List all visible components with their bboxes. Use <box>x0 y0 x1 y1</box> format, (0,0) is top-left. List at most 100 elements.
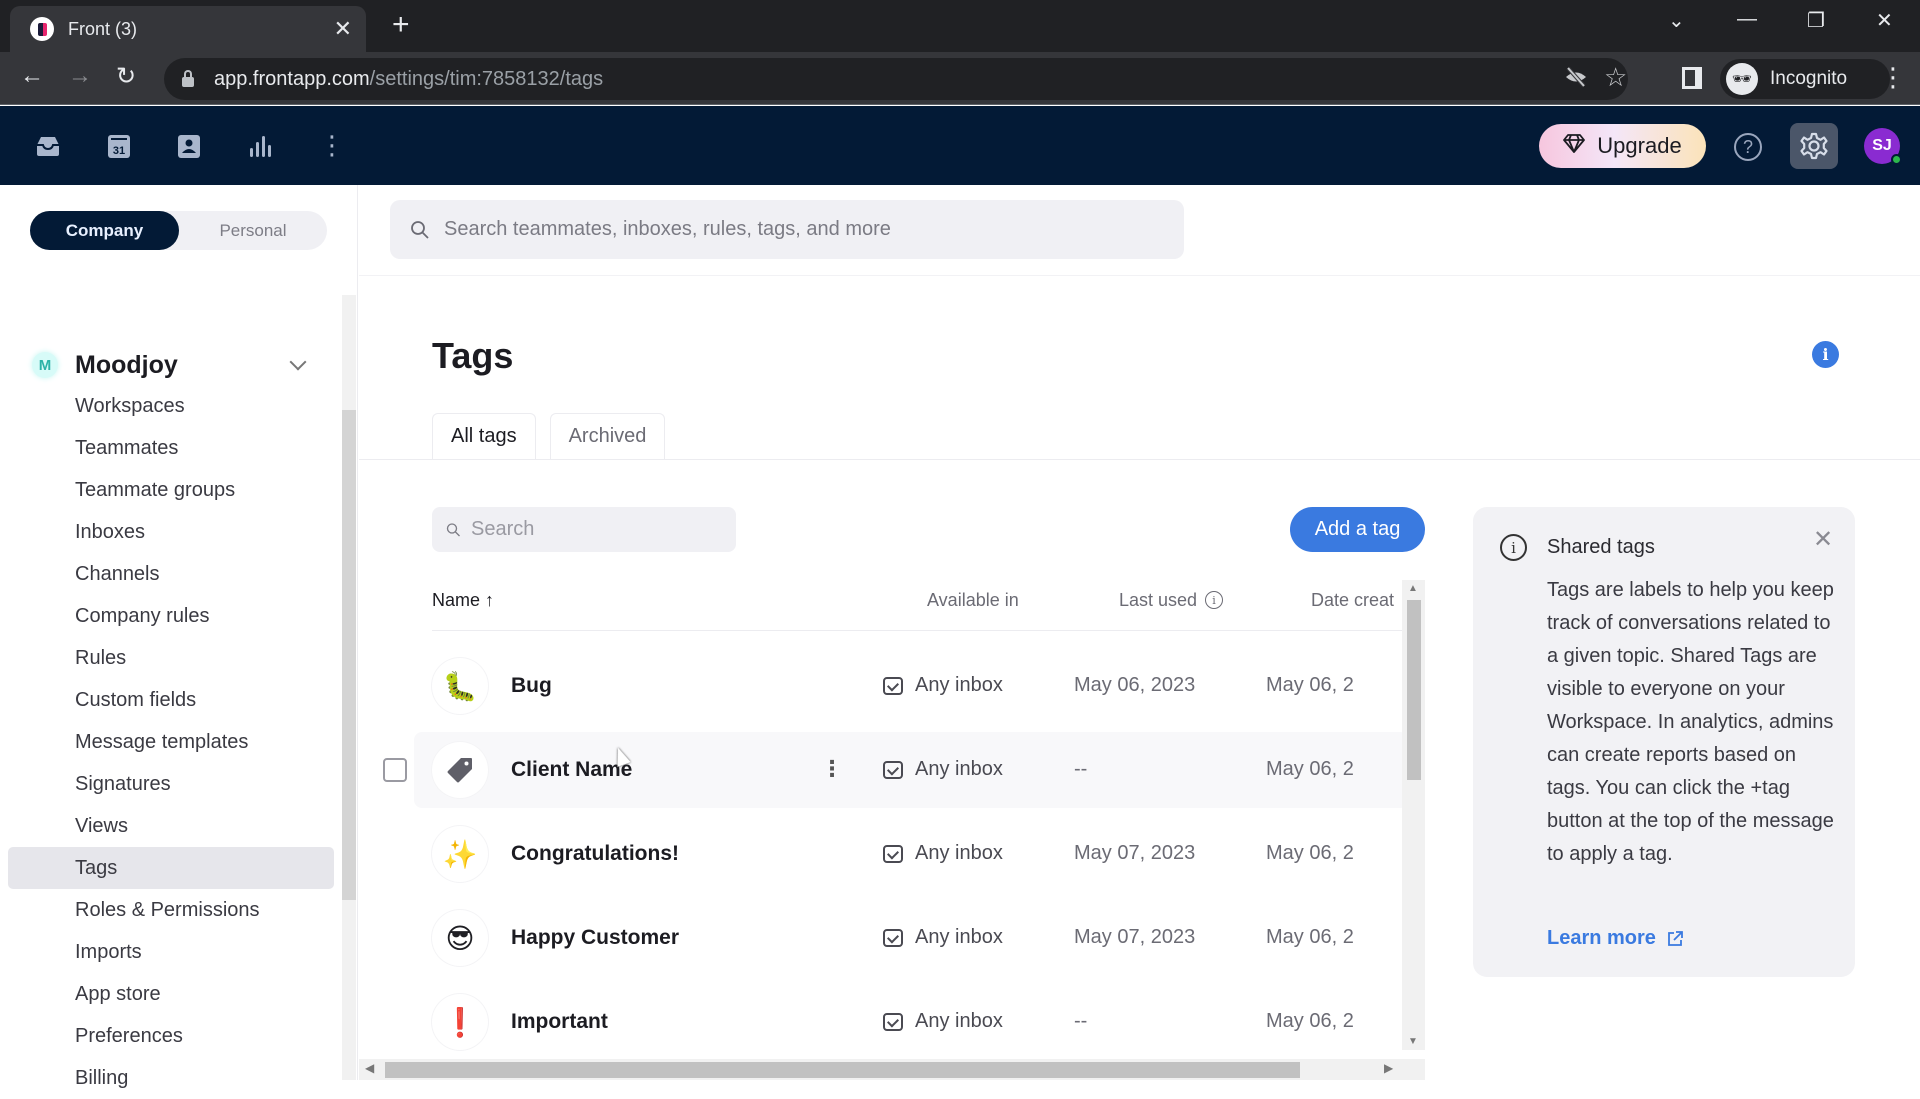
eye-off-icon[interactable] <box>1564 66 1588 94</box>
date-created: May 06, 2 <box>1266 842 1354 864</box>
tag-name[interactable]: Happy Customer <box>511 926 679 950</box>
tag-search-input[interactable] <box>471 518 736 541</box>
column-header-last-used[interactable]: Last used i <box>1119 580 1224 620</box>
forward-arrow-icon[interactable]: → <box>68 62 92 90</box>
tag-name[interactable]: Congratulations! <box>511 842 679 866</box>
sidebar-scrollbar[interactable] <box>342 295 356 1080</box>
close-icon[interactable]: ✕ <box>1813 525 1833 554</box>
incognito-profile-button[interactable]: 🕶 Incognito <box>1720 59 1890 99</box>
sidebar-item-message-templates[interactable]: Message templates <box>8 721 334 763</box>
sidebar-item-company-rules[interactable]: Company rules <box>8 595 334 637</box>
sidebar-item-app-store[interactable]: App store <box>8 973 334 1015</box>
sidebar-item-views[interactable]: Views <box>8 805 334 847</box>
sidebar-item-workspaces[interactable]: Workspaces <box>8 385 334 427</box>
inbox-icon <box>883 676 903 695</box>
tags-table: Name ↑ Available in Last used i Date cre… <box>359 580 1425 1080</box>
tag-name[interactable]: Client Name <box>511 758 632 782</box>
scope-toggle: Company Personal <box>30 211 327 250</box>
sparkles-emoji-icon: ✨ <box>432 826 488 882</box>
new-tab-icon[interactable]: + <box>392 10 410 40</box>
info-icon[interactable]: i <box>1812 341 1839 368</box>
upgrade-button[interactable]: Upgrade <box>1539 124 1706 168</box>
tab-all-tags[interactable]: All tags <box>432 413 536 459</box>
scroll-right-arrow-icon[interactable]: ▶ <box>1384 1061 1393 1075</box>
sidebar-item-teammates[interactable]: Teammates <box>8 427 334 469</box>
org-header[interactable]: M Moodjoy <box>32 345 312 385</box>
sidebar-item-custom-fields[interactable]: Custom fields <box>8 679 334 721</box>
table-row[interactable]: Client Name ⋮ Any inbox -- May 06, 2 <box>383 732 1408 808</box>
settings-gear-button[interactable] <box>1790 123 1838 169</box>
incognito-label: Incognito <box>1770 68 1848 89</box>
sidebar-item-channels[interactable]: Channels <box>8 553 334 595</box>
last-used: May 07, 2023 <box>1074 926 1196 948</box>
sidebar-item-roles-permissions[interactable]: Roles & Permissions <box>8 889 334 931</box>
sidebar-item-rules[interactable]: Rules <box>8 637 334 679</box>
address-bar[interactable]: app.frontapp.com/settings/tim:7858132/ta… <box>164 58 1628 100</box>
global-search[interactable] <box>390 200 1184 259</box>
sidebar-item-signatures[interactable]: Signatures <box>8 763 334 805</box>
gear-icon <box>1800 132 1828 160</box>
inbox-icon <box>883 928 903 947</box>
column-header-name[interactable]: Name ↑ <box>432 580 494 620</box>
sidebar-item-inboxes[interactable]: Inboxes <box>8 511 334 553</box>
vertical-scrollbar-thumb[interactable] <box>1407 600 1421 780</box>
browser-tab[interactable]: Front (3) ✕ <box>10 6 366 52</box>
tab-search-icon[interactable]: ⌄ <box>1668 8 1685 33</box>
sidebar-item-billing[interactable]: Billing <box>8 1057 334 1099</box>
calendar-icon[interactable]: 31 <box>105 132 133 160</box>
minimize-icon[interactable]: — <box>1737 8 1757 31</box>
more-apps-icon[interactable]: ⋮ <box>318 132 346 160</box>
scroll-left-arrow-icon[interactable]: ◀ <box>365 1061 374 1075</box>
restore-icon[interactable]: ❐ <box>1807 8 1825 33</box>
column-header-date-created[interactable]: Date creat <box>1311 580 1394 620</box>
help-icon[interactable]: ? <box>1734 133 1762 161</box>
window-close-icon[interactable]: ✕ <box>1876 8 1893 33</box>
sidebar-item-imports[interactable]: Imports <box>8 931 334 973</box>
column-header-available-in[interactable]: Available in <box>927 580 1019 620</box>
scope-personal-button[interactable]: Personal <box>179 211 327 250</box>
table-row[interactable]: 🐛 Bug Any inbox May 06, 2023 May 06, 2 <box>414 648 1408 724</box>
available-in: Any inbox <box>883 758 1003 781</box>
app-header: 31 ⋮ Upgrade ? SJ <box>0 106 1920 185</box>
bookmark-star-icon[interactable]: ☆ <box>1604 62 1627 93</box>
tag-name[interactable]: Important <box>511 1010 608 1034</box>
tag-label-icon <box>432 742 488 798</box>
inbox-icon[interactable] <box>34 132 62 160</box>
add-tag-button[interactable]: Add a tag <box>1290 507 1425 552</box>
contacts-icon[interactable] <box>175 132 203 160</box>
row-checkbox[interactable] <box>383 758 407 782</box>
horizontal-scrollbar-thumb[interactable] <box>385 1062 1300 1078</box>
info-icon[interactable]: i <box>1205 591 1224 609</box>
sidebar-item-preferences[interactable]: Preferences <box>8 1015 334 1057</box>
learn-more-link[interactable]: Learn more <box>1547 927 1684 950</box>
sidebar-item-tags[interactable]: Tags <box>8 847 334 889</box>
scroll-up-arrow-icon[interactable]: ▲ <box>1408 583 1418 594</box>
tab-archived[interactable]: Archived <box>549 413 666 459</box>
inbox-icon <box>883 1012 903 1031</box>
back-arrow-icon[interactable]: ← <box>20 62 44 90</box>
reload-icon[interactable]: ↻ <box>116 62 136 91</box>
sidebar-scrollbar-thumb[interactable] <box>342 410 356 900</box>
table-row[interactable]: ✨ Congratulations! Any inbox May 07, 202… <box>414 816 1408 892</box>
available-in: Any inbox <box>883 674 1003 697</box>
row-more-menu-icon[interactable]: ⋮ <box>821 756 843 782</box>
table-vertical-scrollbar[interactable]: ▲ ▼ <box>1402 580 1425 1050</box>
analytics-icon[interactable] <box>246 132 274 160</box>
tab-close-icon[interactable]: ✕ <box>334 16 352 42</box>
side-panel-icon[interactable] <box>1682 67 1702 89</box>
sunglasses-emoji-icon: 😎 <box>432 910 488 966</box>
tag-search[interactable] <box>432 507 736 552</box>
tag-name[interactable]: Bug <box>511 674 552 698</box>
table-row[interactable]: ❗ Important Any inbox -- May 06, 2 <box>414 984 1408 1060</box>
scope-company-button[interactable]: Company <box>30 211 179 250</box>
url-path: /settings/tim:7858132/tags <box>369 67 604 90</box>
sidebar-item-teammate-groups[interactable]: Teammate groups <box>8 469 334 511</box>
url-host: app.frontapp.com <box>214 67 370 90</box>
chrome-menu-icon[interactable]: ⋮ <box>1880 62 1906 93</box>
global-search-input[interactable] <box>444 218 1184 241</box>
table-horizontal-scrollbar[interactable]: ◀ ▶ <box>359 1059 1425 1080</box>
table-row[interactable]: 😎 Happy Customer Any inbox May 07, 2023 … <box>414 900 1408 976</box>
user-avatar[interactable]: SJ <box>1864 128 1902 165</box>
chevron-down-icon[interactable] <box>289 353 307 371</box>
scroll-down-arrow-icon[interactable]: ▼ <box>1408 1036 1418 1047</box>
